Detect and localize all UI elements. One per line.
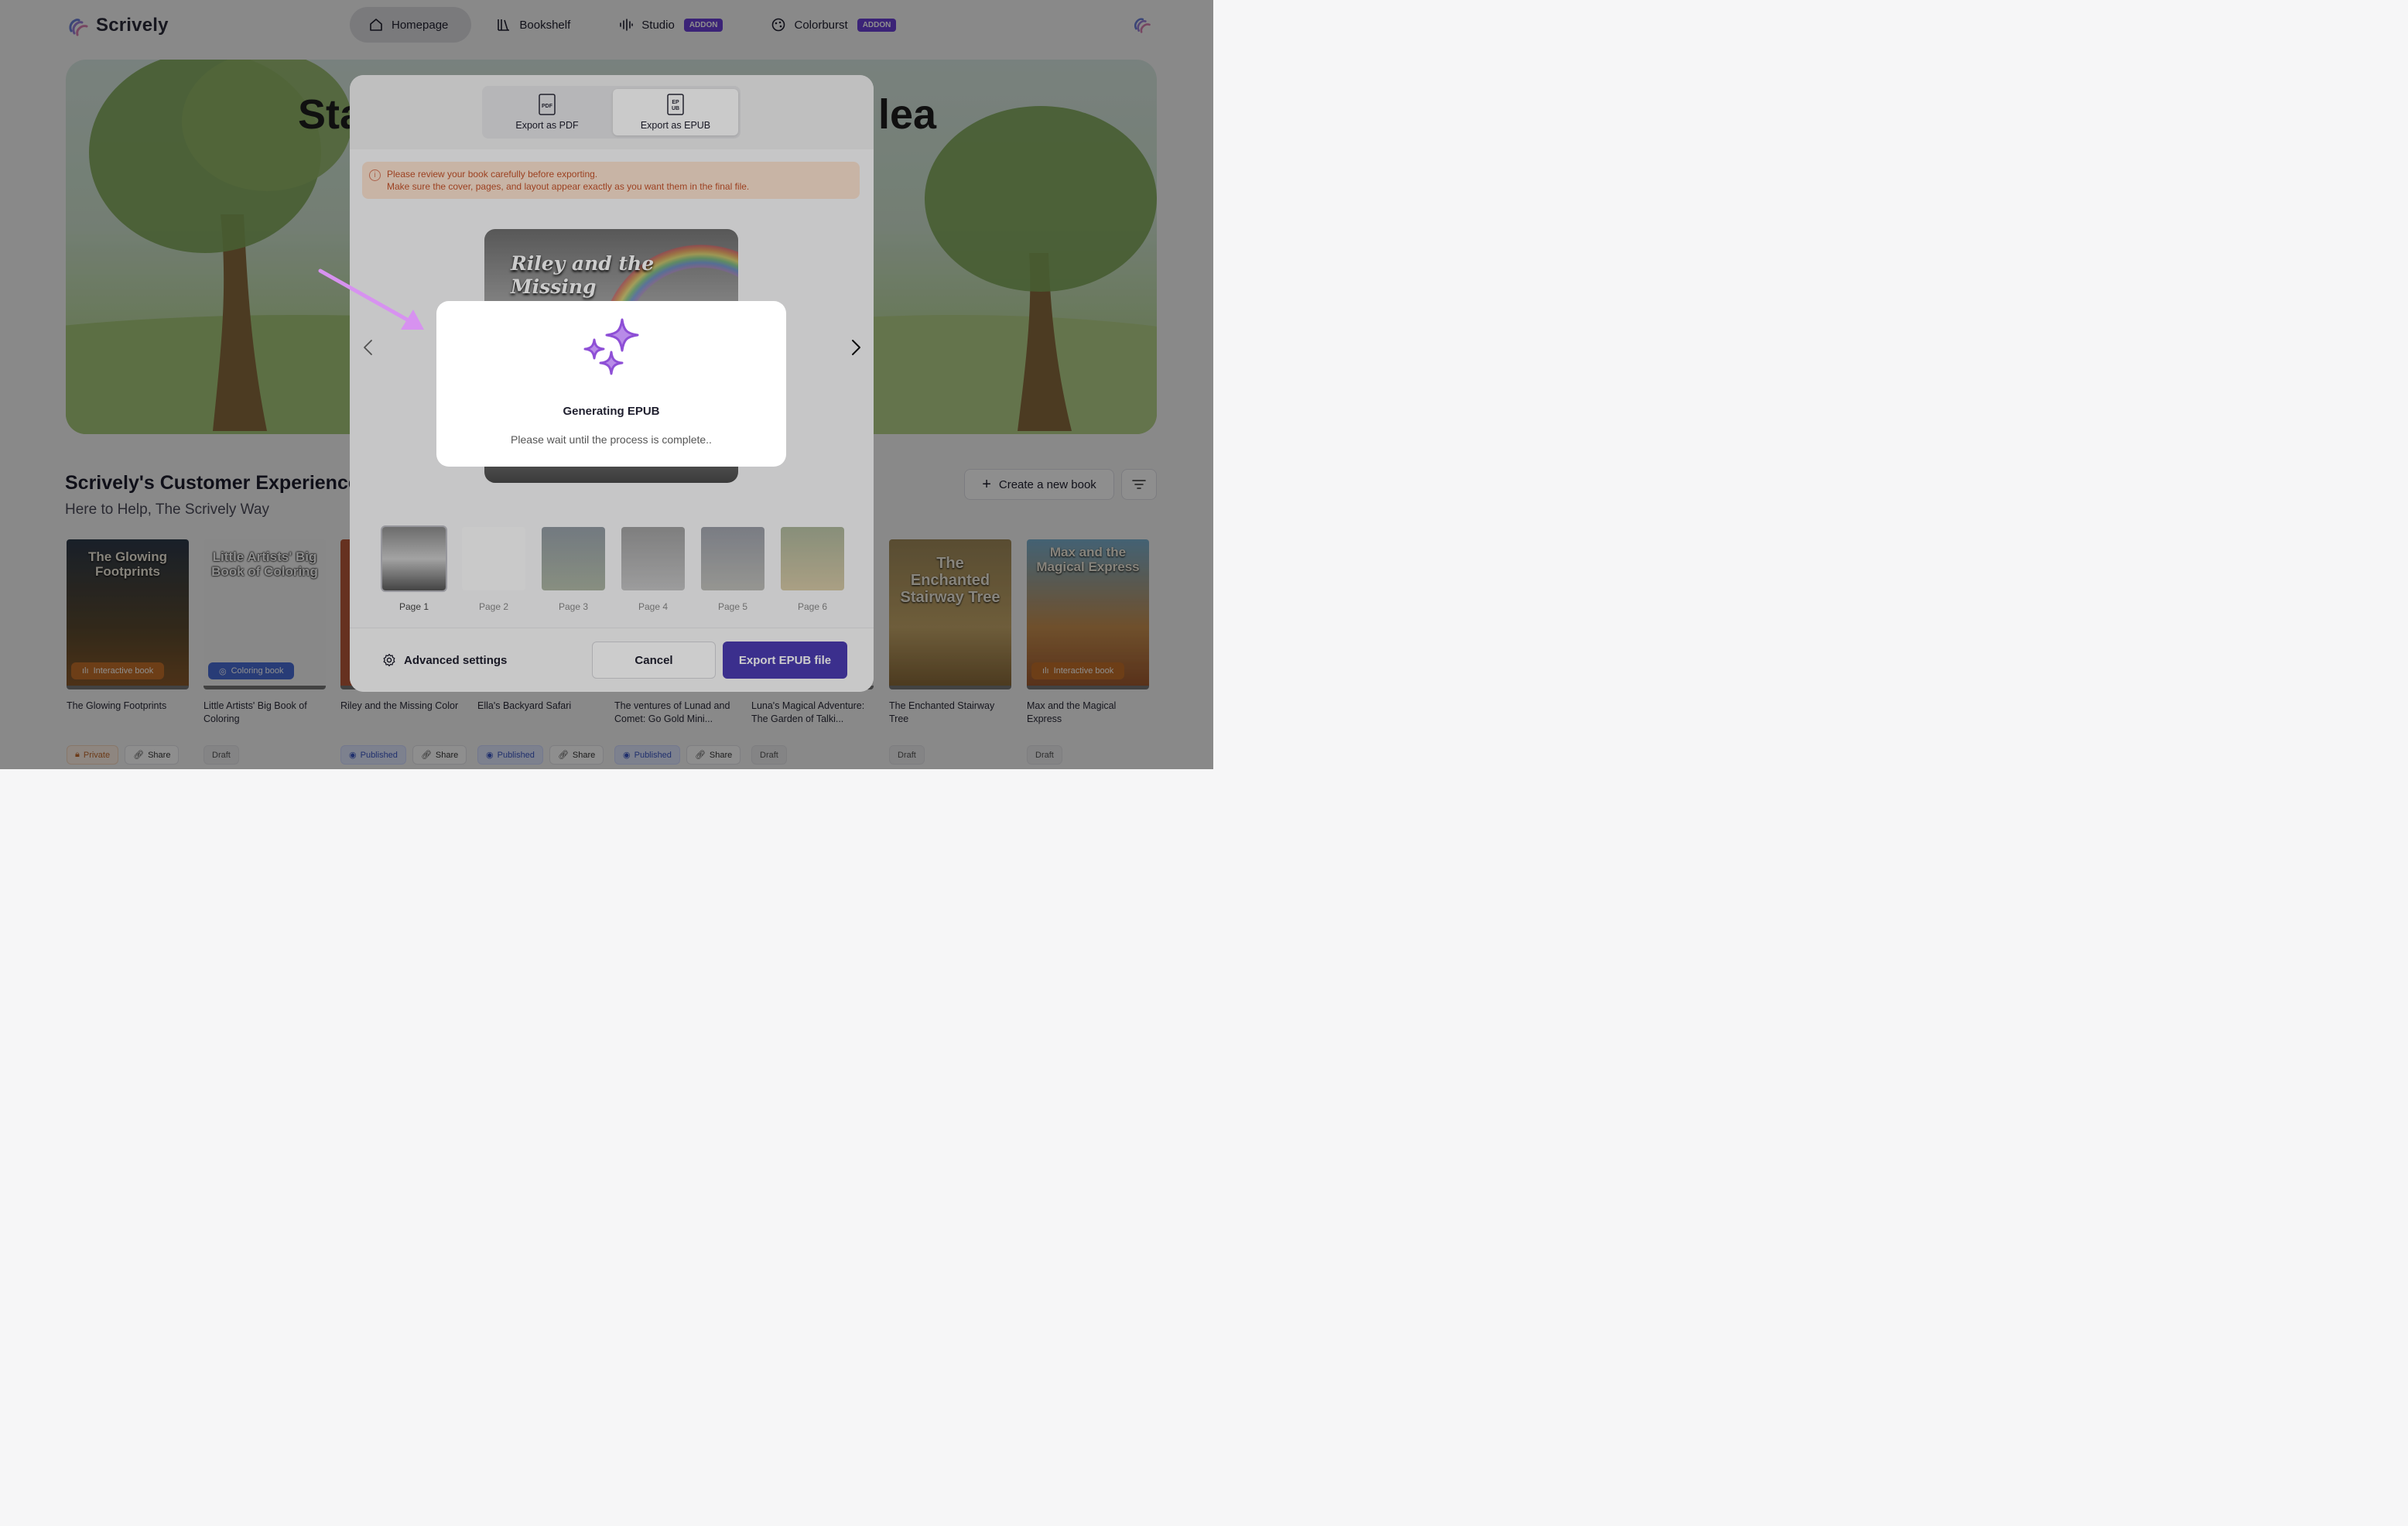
generating-dialog: Generating EPUB Please wait until the pr… [436, 301, 786, 467]
generating-message: Please wait until the process is complet… [511, 433, 712, 446]
pointer-arrow-annotation [318, 269, 424, 330]
generating-title: Generating EPUB [563, 405, 660, 418]
sparkles-icon [583, 318, 639, 375]
